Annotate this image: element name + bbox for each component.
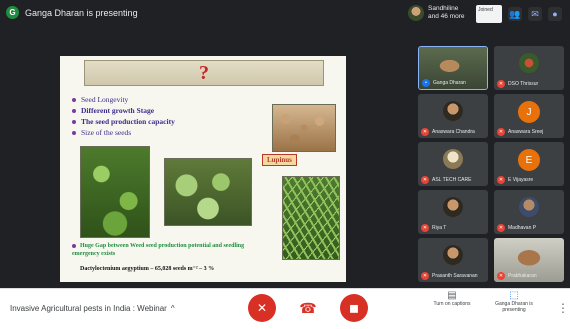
join-card[interactable]: Joined [476,5,502,23]
bullet-icon [72,97,76,102]
mic-off-icon: ✕ [497,224,505,232]
avatar-initial: J [518,101,540,123]
chat-icon[interactable]: ✉ [528,7,542,21]
participant-tile[interactable]: • Ganga Dharan [418,46,488,90]
participant-tile[interactable]: ✕ Riya T [418,190,488,234]
participant-name: Ganga Dharan [433,80,466,86]
participant-name: Riya T [432,225,447,231]
gap-statement: Huge Gap between Weed seed production po… [72,242,272,258]
participant-grid: • Ganga Dharan ✕ DSO Thrissur ✕ Anaswara… [418,46,564,282]
participant-tile[interactable]: ✕ ASL TECH CARE [418,142,488,186]
presenter-chip: G Ganga Dharan is presenting [6,6,138,19]
viewers-line-1: Sandhiline [428,5,459,12]
captions-label: Turn on captions [433,301,471,307]
slide-bullets: Seed Longevity Different growth Stage Th… [72,94,175,138]
bullet-icon [72,130,76,135]
meeting-details[interactable]: Invasive Agricultural pests in India : W… [10,304,175,313]
chevron-up-icon: ^ [170,304,175,313]
presenting-button[interactable]: ⬚ Ganga Dharan is presenting [490,290,538,314]
avatar-icon[interactable]: ● [548,7,562,21]
people-icon[interactable]: 👥 [508,7,522,21]
captions-icon: ▤ [447,290,457,301]
camera-off-icon[interactable]: ◼ [340,294,368,322]
participant-name: Prasanth Saravanan [432,273,478,279]
bullet-icon [72,243,76,248]
more-options-icon[interactable]: ⋮ [557,301,569,315]
captions-button[interactable]: ▤ Turn on captions [428,290,476,313]
bullet-icon [72,119,76,124]
avatar [443,197,463,217]
mic-off-icon: ✕ [421,176,429,184]
avatar [443,245,463,265]
mic-off-icon: ✕ [497,272,505,280]
bullet-item: Different growth Stage [72,105,175,116]
mic-off-icon: ✕ [421,224,429,232]
avatar [519,53,539,73]
avatar [443,149,463,169]
participant-name: Anaswara Chandra [432,129,475,135]
participant-tile[interactable]: ✕ DSO Thrissur [494,46,564,90]
top-icons: Joined 👥 ✉ ● [476,5,562,23]
avatar [519,197,539,217]
participant-tile[interactable]: E ✕ E Vijayasre [494,142,564,186]
bullet-text: Seed Longevity [81,95,129,104]
avatar-initial: E [518,149,540,171]
present-icon: ⬚ [509,290,519,301]
weed-plant-image [80,146,150,238]
speaking-icon: • [422,79,430,87]
bullet-text: Different growth Stage [81,106,155,115]
viewer-avatar [408,5,424,21]
mic-off-icon[interactable]: ✕ [248,294,276,322]
participant-name: Madhavan P [508,225,537,231]
presenting-label: Ganga Dharan is presenting [495,301,533,313]
stat-text: Dactyloctenium aegyptium – 65,028 seeds … [80,266,215,272]
mic-off-icon: ✕ [497,176,505,184]
right-controls: ▤ Turn on captions ⬚ Ganga Dharan is pre… [428,290,538,314]
viewers-indicator[interactable]: Sandhiline and 46 more [408,5,465,21]
top-bar: G Ganga Dharan is presenting Sandhiline … [0,0,570,30]
bullet-icon [72,108,76,113]
seedlings-image [164,158,252,226]
slide: ? Seed Longevity Different growth Stage … [60,56,346,282]
lupinus-label: Lupinus [262,154,297,166]
participant-name: ASL TECH CARE [432,177,472,183]
participant-tile[interactable]: ✕ Anaswara Chandra [418,94,488,138]
bullet-text: Size of the seeds [81,128,132,137]
presenter-text: Ganga Dharan is presenting [25,7,138,18]
meeting-title: Invasive Agricultural pests in India : W… [10,304,167,313]
participant-name: E Vijayasre [508,177,534,183]
mic-off-icon: ✕ [497,80,505,88]
participant-name: DSO Thrissur [508,81,539,87]
viewers-text: Sandhiline and 46 more [428,5,465,21]
lupinus-seeds-image [272,104,336,152]
hang-up-icon[interactable]: ☎ [294,294,322,322]
viewers-line-2: and 46 more [428,13,465,20]
bullet-text: The seed production capacity [81,117,175,126]
participant-tile[interactable]: ✕ Prasanth Saravanan [418,238,488,282]
bullet-item: Size of the seeds [72,127,175,138]
participant-name: Anaswara Sreej [508,129,544,135]
participant-tile[interactable]: ✕ Prabhakaran [494,238,564,282]
gap-text: Huge Gap between Weed seed production po… [72,243,245,257]
bullet-item: The seed production capacity [72,116,175,127]
grass-image [282,176,340,260]
participant-tile[interactable]: J ✕ Anaswara Sreej [494,94,564,138]
participant-tile[interactable]: ✕ Madhavan P [494,190,564,234]
bullet-item: Seed Longevity [72,94,175,105]
mic-off-icon: ✕ [421,272,429,280]
presenter-avatar: G [6,6,19,19]
participant-name: Prabhakaran [508,273,537,279]
presentation-stage: ? Seed Longevity Different growth Stage … [2,30,416,288]
mic-off-icon: ✕ [421,128,429,136]
bottom-bar: Invasive Agricultural pests in India : W… [0,288,570,329]
avatar [443,101,463,121]
call-controls: ✕ ☎ ◼ [248,294,368,322]
mic-off-icon: ✕ [497,128,505,136]
slide-title: ? [84,60,324,86]
